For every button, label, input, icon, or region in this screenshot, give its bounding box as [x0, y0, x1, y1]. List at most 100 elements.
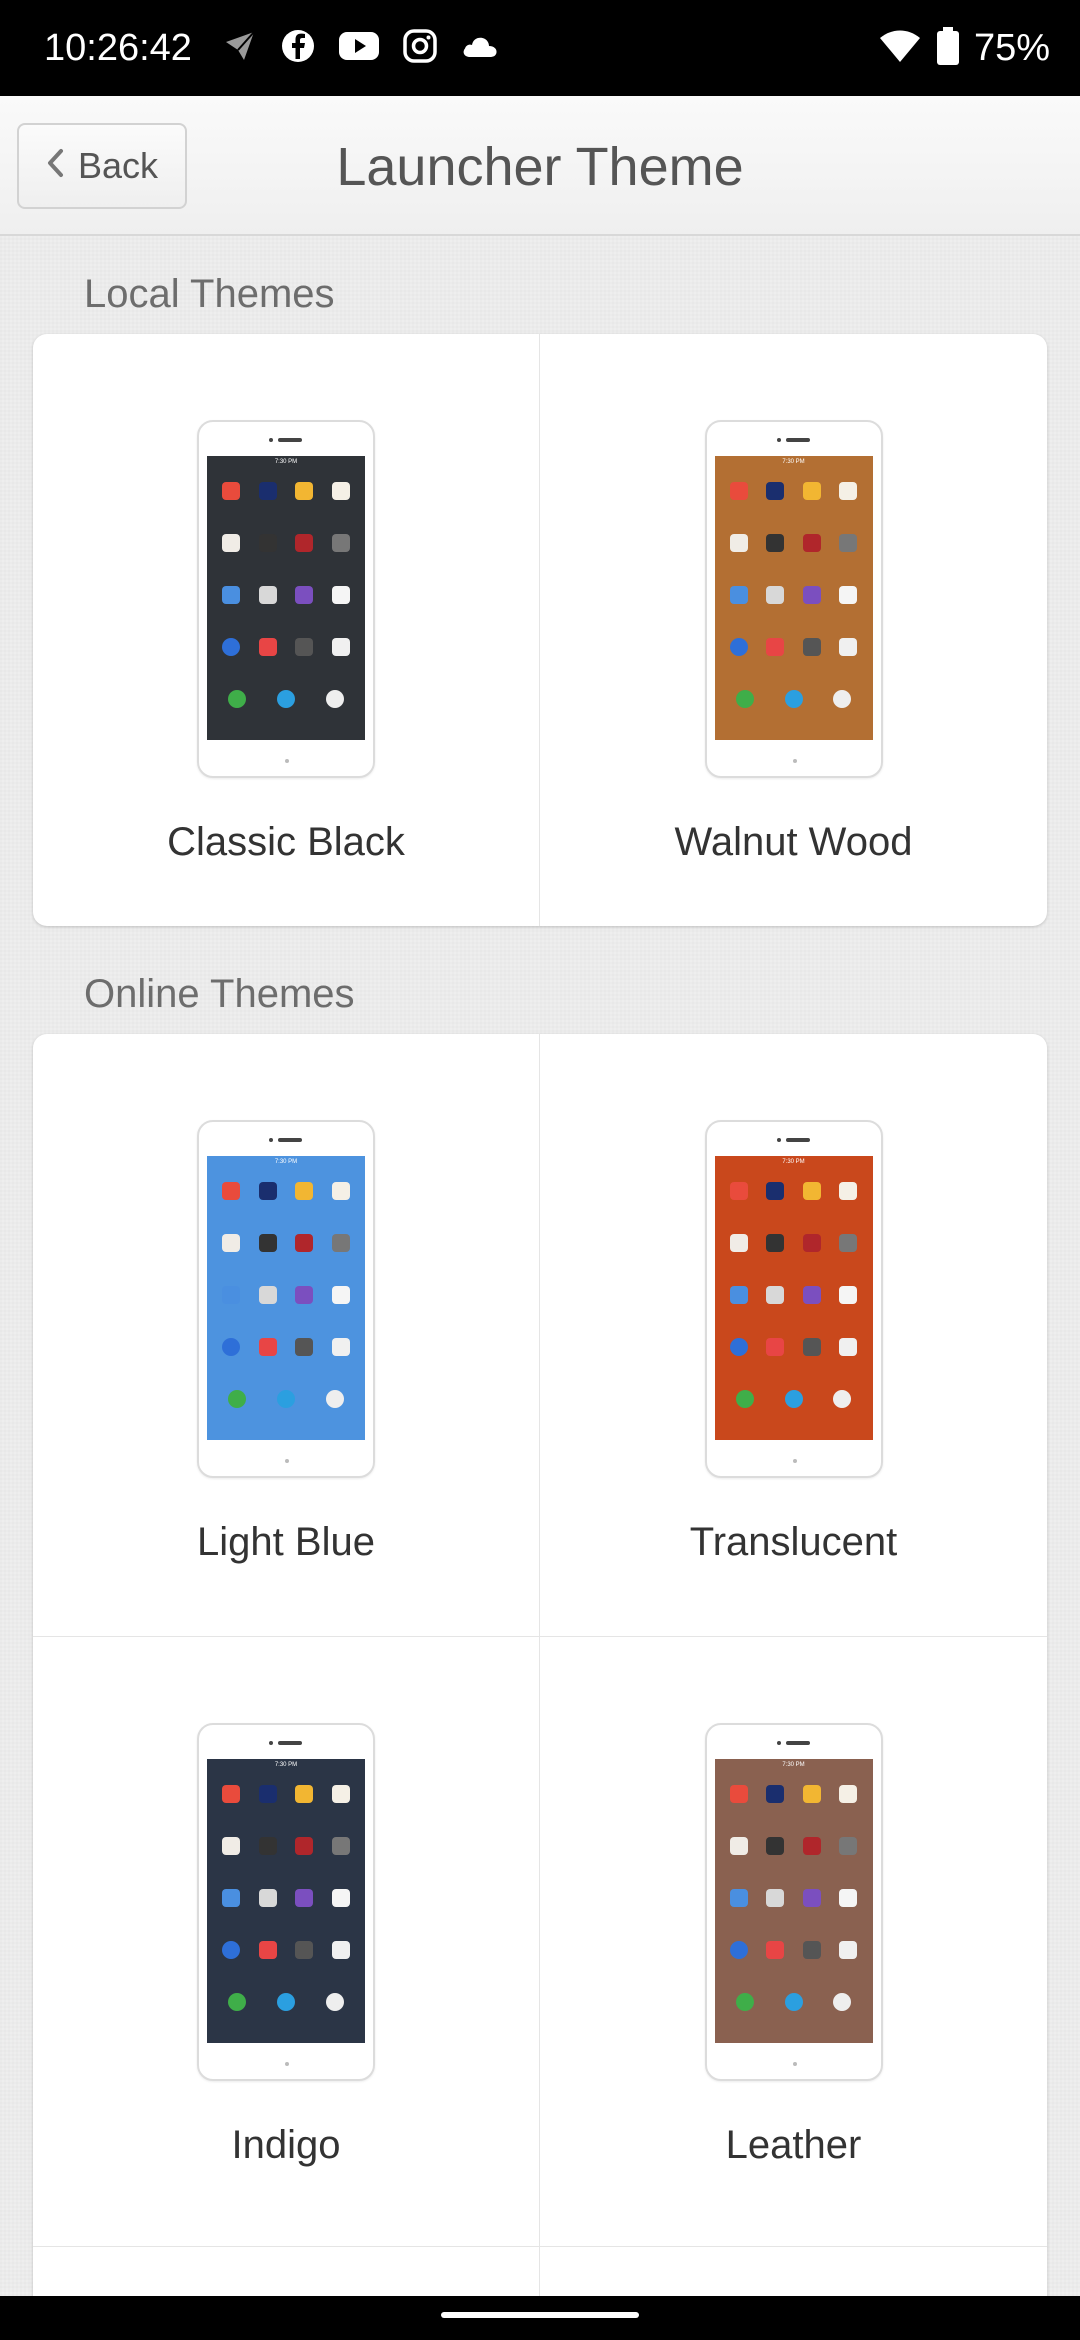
app-icon — [325, 1390, 344, 1408]
app-icon — [729, 1286, 748, 1304]
app-icon — [802, 1234, 821, 1252]
app-icon — [833, 690, 852, 708]
instagram-icon — [402, 28, 438, 69]
app-icon — [295, 1286, 314, 1304]
app-icon — [766, 1785, 785, 1803]
app-icon — [331, 1286, 350, 1304]
app-icon — [331, 534, 350, 552]
app-icon — [839, 1837, 858, 1855]
app-icon — [766, 1234, 785, 1252]
app-icon — [295, 1234, 314, 1252]
app-icon — [222, 586, 241, 604]
app-icon — [295, 638, 314, 656]
app-icon — [222, 1837, 241, 1855]
app-icon — [228, 1993, 247, 2011]
app-icon — [325, 690, 344, 708]
app-icon — [331, 638, 350, 656]
theme-item-partial[interactable] — [540, 2247, 1047, 2296]
theme-name: Indigo — [231, 2123, 341, 2167]
cloud-icon — [460, 31, 500, 66]
app-icon — [258, 1182, 277, 1200]
app-icon — [833, 1390, 852, 1408]
app-icon — [258, 1785, 277, 1803]
app-icon — [222, 1182, 241, 1200]
app-icon — [258, 1889, 277, 1907]
app-icon — [222, 1889, 241, 1907]
app-icon — [331, 1889, 350, 1907]
app-icon — [258, 1338, 277, 1356]
app-icon — [729, 1785, 748, 1803]
system-icons: 75% — [878, 24, 1050, 72]
app-icon — [331, 1941, 350, 1959]
youtube-icon — [338, 29, 380, 68]
app-icon — [839, 1941, 858, 1959]
app-icon — [331, 1182, 350, 1200]
app-icon — [802, 1837, 821, 1855]
app-icon — [258, 1234, 277, 1252]
app-icon — [228, 1390, 247, 1408]
app-icon — [295, 1182, 314, 1200]
navigation-bar — [0, 2296, 1080, 2340]
app-icon — [729, 482, 748, 500]
theme-item-leather[interactable]: 7:30 PM Leather — [540, 1637, 1047, 2247]
theme-preview: 7:30 PM — [704, 1723, 883, 2081]
app-icon — [833, 1993, 852, 2011]
section-title-local: Local Themes — [84, 272, 335, 316]
app-icon — [295, 1889, 314, 1907]
app-icon — [258, 534, 277, 552]
app-icon — [839, 638, 858, 656]
app-icon — [258, 1837, 277, 1855]
notification-icons — [222, 26, 500, 70]
theme-item-partial[interactable] — [33, 2247, 540, 2296]
app-icon — [222, 1234, 241, 1252]
theme-item-indigo[interactable]: 7:30 PM Indigo — [33, 1637, 540, 2247]
app-icon — [802, 586, 821, 604]
app-icon — [802, 1941, 821, 1959]
app-icon — [729, 1182, 748, 1200]
app-icon — [735, 1993, 754, 2011]
app-icon — [222, 1941, 241, 1959]
app-icon — [839, 1338, 858, 1356]
theme-name: Leather — [725, 2123, 862, 2167]
app-icon — [729, 1338, 748, 1356]
app-icon — [331, 1234, 350, 1252]
app-icon — [766, 1837, 785, 1855]
app-icon — [295, 1941, 314, 1959]
app-icon — [839, 1286, 858, 1304]
theme-item-translucent[interactable]: 7:30 PM Translucent — [540, 1034, 1047, 1637]
wifi-icon — [878, 28, 922, 69]
app-icon — [839, 586, 858, 604]
theme-name: Walnut Wood — [674, 820, 913, 864]
app-icon — [839, 1182, 858, 1200]
app-icon — [331, 1837, 350, 1855]
app-icon — [331, 482, 350, 500]
app-icon — [766, 1286, 785, 1304]
app-icon — [729, 638, 748, 656]
theme-item-light-blue[interactable]: 7:30 PM Light Blue — [33, 1034, 540, 1637]
app-icon — [802, 1182, 821, 1200]
app-icon — [228, 690, 247, 708]
theme-list[interactable]: Local Themes 7:30 PM Classic Black 7:30 … — [0, 236, 1080, 2296]
theme-item-classic-black[interactable]: 7:30 PM Classic Black — [33, 334, 540, 926]
app-icon — [277, 1390, 295, 1408]
app-icon — [766, 1338, 785, 1356]
home-gesture-handle[interactable] — [441, 2312, 639, 2318]
app-icon — [729, 1837, 748, 1855]
theme-preview: 7:30 PM — [704, 1120, 883, 1478]
app-icon — [766, 482, 785, 500]
app-icon — [222, 1785, 241, 1803]
app-icon — [222, 638, 241, 656]
app-icon — [766, 1182, 785, 1200]
battery-icon — [936, 26, 960, 71]
theme-preview: 7:30 PM — [197, 1120, 375, 1478]
theme-name: Light Blue — [197, 1520, 375, 1564]
app-icon — [729, 1234, 748, 1252]
theme-item-walnut-wood[interactable]: 7:30 PM Walnut Wood — [540, 334, 1047, 926]
online-themes-card: 7:30 PM Light Blue 7:30 PM Translucent 7… — [33, 1034, 1047, 2296]
status-bar: 10:26:42 75% — [0, 0, 1080, 96]
app-icon — [784, 1993, 803, 2011]
page-title: Launcher Theme — [336, 137, 744, 197]
app-icon — [735, 690, 754, 708]
theme-name: Classic Black — [167, 820, 405, 864]
app-icon — [766, 586, 785, 604]
